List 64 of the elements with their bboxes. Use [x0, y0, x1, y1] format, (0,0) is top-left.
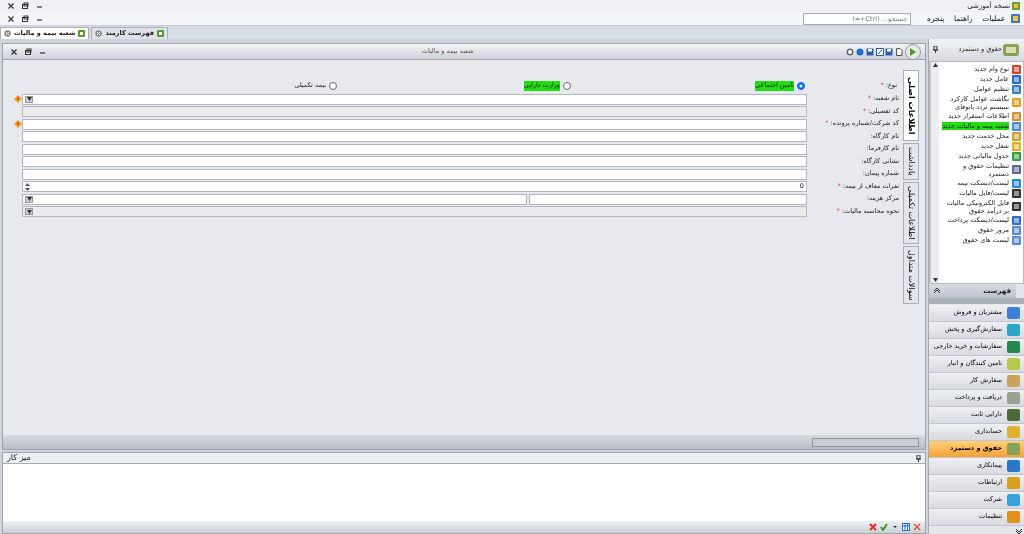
list-item-icon	[1012, 151, 1021, 161]
radio-button[interactable]	[329, 82, 337, 90]
radio-button[interactable]	[797, 82, 805, 90]
scrollbar[interactable]	[930, 61, 939, 284]
check-icon[interactable]	[880, 523, 888, 531]
side-tab[interactable]: سوالات متداول	[903, 245, 919, 305]
down-arrow-icon[interactable]	[932, 278, 938, 283]
up-arrow-icon[interactable]	[932, 62, 938, 67]
list-item-icon	[1012, 225, 1021, 235]
pin-icon[interactable]	[933, 46, 938, 54]
list-item-icon	[1012, 98, 1021, 108]
caret-icon	[26, 197, 32, 202]
list-item-icon	[1012, 131, 1021, 141]
tab-icon	[78, 30, 86, 37]
save-icon[interactable]	[885, 47, 894, 56]
dropdown-field[interactable]	[22, 93, 807, 105]
app-icon	[1012, 2, 1020, 10]
list-item-icon	[1012, 235, 1021, 245]
list-item-icon	[1012, 188, 1021, 198]
close-icon[interactable]	[7, 2, 15, 10]
radio-button[interactable]	[563, 82, 571, 90]
list-item-icon	[1012, 202, 1021, 212]
tab-icon	[156, 30, 164, 37]
page-icon[interactable]	[895, 47, 904, 56]
side-tab[interactable]: یادداشت	[903, 143, 919, 181]
close-icon[interactable]	[7, 14, 15, 23]
list-item-icon	[1012, 121, 1021, 131]
list-item-icon	[1012, 141, 1021, 151]
help-icon[interactable]	[846, 47, 855, 56]
list-item-icon	[1012, 64, 1021, 74]
list-item-icon	[1012, 74, 1021, 84]
caret-icon	[26, 97, 32, 102]
pin-icon[interactable]	[916, 454, 921, 462]
text-field[interactable]	[22, 143, 807, 155]
restore-icon[interactable]	[24, 47, 32, 56]
spinner-icon[interactable]	[25, 182, 30, 191]
module-icon	[1002, 41, 1020, 58]
dropdown-field[interactable]	[22, 193, 527, 205]
app-icon	[1011, 14, 1020, 23]
list-item-icon	[1012, 178, 1021, 188]
splitter-grip[interactable]	[929, 298, 1024, 305]
side-tab[interactable]: اطلاعات تکمیلی	[903, 182, 919, 244]
side-tab[interactable]: اطلاعات اصلی	[903, 70, 919, 142]
text-field[interactable]	[22, 131, 807, 143]
text-field[interactable]	[529, 193, 807, 205]
table-icon[interactable]	[902, 523, 910, 531]
caret-icon	[26, 209, 32, 214]
close-icon[interactable]	[10, 47, 18, 56]
text-field[interactable]	[22, 168, 807, 180]
delete-icon[interactable]	[869, 523, 877, 531]
chevron-icon[interactable]	[1016, 528, 1023, 534]
list-item-icon	[1012, 165, 1021, 175]
restore-icon[interactable]	[21, 2, 29, 10]
text-field[interactable]	[22, 118, 807, 130]
restore-icon[interactable]	[21, 14, 29, 23]
save-icon[interactable]	[866, 47, 874, 56]
list-item-icon	[1012, 111, 1021, 121]
text-field[interactable]	[22, 156, 807, 168]
chevron-icon	[934, 288, 940, 295]
caret-icon[interactable]	[891, 523, 899, 531]
pane-title: میز کار	[7, 452, 31, 464]
list-item-icon	[1012, 215, 1021, 225]
list-item-icon	[1012, 84, 1021, 94]
window-icon[interactable]	[875, 47, 884, 56]
